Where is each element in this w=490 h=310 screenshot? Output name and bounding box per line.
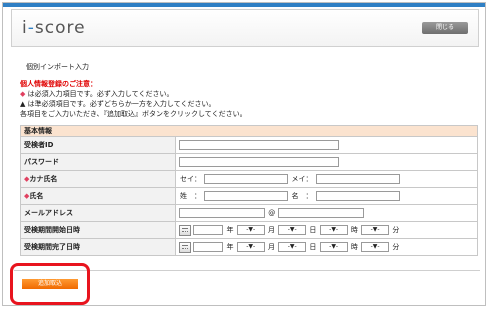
- end-minute-select[interactable]: -▼-: [361, 242, 390, 252]
- hour-unit: 時: [350, 243, 358, 251]
- month-unit: 月: [267, 226, 275, 234]
- start-minute-select[interactable]: -▼-: [361, 225, 390, 235]
- kana-mei-input[interactable]: [315, 174, 400, 184]
- name-label: ◆氏名: [20, 187, 176, 205]
- kana-mei-label: メイ：: [291, 175, 313, 183]
- calendar-icon[interactable]: [179, 241, 191, 253]
- day-unit: 日: [309, 243, 317, 251]
- start-day-select[interactable]: -▼-: [278, 225, 307, 235]
- logo-part-score: score: [34, 18, 86, 38]
- name-sei-input[interactable]: [204, 191, 289, 201]
- start-month-select[interactable]: -▼-: [236, 225, 265, 235]
- name-cell: 姓 ： 名 ：: [175, 187, 478, 205]
- notice-block: 個人情報登録のご注意： ◆ は必須入力項目です。必ず入力してください。 ▲ は準…: [20, 79, 480, 119]
- email-domain-input[interactable]: [278, 208, 365, 218]
- password-input[interactable]: [179, 157, 339, 167]
- start-datetime-cell: 年 -▼- 月 -▼- 日 -▼- 時 -▼- 分: [175, 221, 478, 239]
- end-hour-select[interactable]: -▼-: [319, 242, 348, 252]
- end-datetime-cell: 年 -▼- 月 -▼- 日 -▼- 時 -▼- 分: [175, 238, 478, 256]
- start-hour-select[interactable]: -▼-: [319, 225, 348, 235]
- name-mei-input[interactable]: [315, 191, 400, 201]
- app-header: i-score 閉じる: [11, 9, 479, 47]
- examinee-id-label: 受検者ID: [20, 136, 176, 154]
- minute-unit: 分: [392, 226, 400, 234]
- examinee-id-cell: [175, 136, 478, 154]
- section-title: 基本情報: [20, 125, 478, 137]
- password-label: パスワード: [20, 153, 176, 171]
- minute-unit: 分: [392, 243, 400, 251]
- i-score-logo: i-score: [22, 18, 86, 38]
- end-month-select[interactable]: -▼-: [236, 242, 265, 252]
- notice-line-required: ◆ は必須入力項目です。必ず入力してください。: [20, 89, 480, 99]
- name-text: 氏名: [29, 192, 44, 200]
- basic-info-form: 基本情報 受検者ID パスワード ◆カナ氏名 セイ： メイ： ◆氏名 姓 ： 名…: [20, 125, 478, 256]
- end-year-input[interactable]: [193, 242, 224, 252]
- kana-name-cell: セイ： メイ：: [175, 170, 478, 188]
- year-unit: 年: [226, 243, 234, 251]
- day-unit: 日: [309, 226, 317, 234]
- notice-semi-required-text: は準必須項目です。必ずどちらか一方を入力してください。: [25, 100, 216, 108]
- hour-unit: 時: [350, 226, 358, 234]
- password-cell: [175, 153, 478, 171]
- email-cell: @: [175, 204, 478, 222]
- start-datetime-label: 受検期間開始日時: [20, 221, 176, 239]
- notice-line-instruction: 各項目をご入力いただき、『追加取込』ボタンをクリックしてください。: [20, 110, 247, 118]
- email-label: メールアドレス: [20, 204, 176, 222]
- kana-name-text: カナ氏名: [29, 175, 58, 183]
- at-sign: @: [268, 209, 276, 217]
- close-button[interactable]: 閉じる: [422, 22, 468, 34]
- start-year-input[interactable]: [193, 225, 224, 235]
- notice-heading: 個人情報登録のご注意：: [20, 80, 97, 88]
- kana-sei-label: セイ：: [180, 175, 201, 183]
- email-local-input[interactable]: [179, 208, 265, 218]
- notice-required-text: は必須入力項目です。必ず入力してください。: [25, 90, 174, 98]
- end-day-select[interactable]: -▼-: [278, 242, 307, 252]
- kana-sei-input[interactable]: [204, 174, 289, 184]
- calendar-icon[interactable]: [179, 224, 191, 236]
- month-unit: 月: [267, 243, 275, 251]
- logo-part-dash: -: [27, 18, 35, 38]
- name-sei-label: 姓 ：: [180, 192, 201, 200]
- year-unit: 年: [226, 226, 234, 234]
- top-accent-bar: [3, 3, 485, 7]
- end-datetime-label: 受検期間完了日時: [20, 238, 176, 256]
- page-title: 個別インポート入力: [26, 63, 89, 71]
- highlight-annotation: [10, 263, 90, 305]
- name-mei-label: 名 ：: [291, 192, 313, 200]
- examinee-id-input[interactable]: [179, 140, 339, 150]
- notice-line-semi-required: ▲ は準必須項目です。必ずどちらか一方を入力してください。: [20, 99, 480, 109]
- kana-name-label: ◆カナ氏名: [20, 170, 176, 188]
